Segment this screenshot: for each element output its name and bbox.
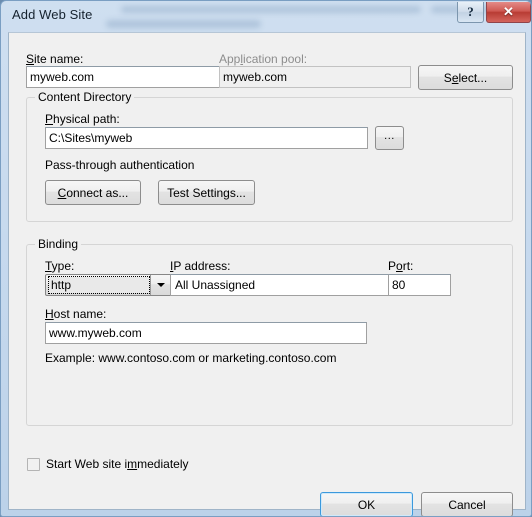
cancel-button[interactable]: Cancel [421, 492, 513, 516]
help-icon[interactable]: ? [457, 2, 484, 23]
connect-as-button[interactable]: Connect as... [45, 180, 141, 205]
type-combobox-arrow[interactable] [150, 275, 171, 295]
application-pool-input: myweb.com [219, 66, 411, 88]
test-settings-button[interactable]: Test Settings... [158, 180, 255, 205]
close-icon[interactable]: ✕ [486, 2, 531, 23]
binding-title: Binding [35, 237, 82, 251]
caption-buttons: ? ✕ [457, 2, 531, 23]
port-label: Port: [388, 259, 414, 273]
application-pool-label: Application pool: [219, 52, 308, 66]
pass-through-authentication-text: Pass-through authentication [45, 158, 195, 172]
window-title: Add Web Site [12, 7, 93, 22]
connect-as-label: Connect as... [57, 185, 129, 200]
port-input[interactable]: 80 [388, 274, 451, 296]
host-name-example-text: Example: www.contoso.com or marketing.co… [45, 351, 337, 365]
type-combobox[interactable]: http [45, 274, 172, 296]
select-button-label: Select... [443, 70, 488, 85]
type-label: Type: [45, 259, 75, 273]
ip-address-combobox[interactable]: All Unassigned [170, 274, 402, 296]
start-website-checkbox-row[interactable]: Start Web site immediately [27, 457, 189, 471]
host-name-label: Host name: [45, 307, 107, 321]
host-name-input[interactable]: www.myweb.com [45, 322, 367, 344]
site-name-input[interactable]: myweb.com [26, 66, 225, 88]
title-bar: Add Web Site ? ✕ [1, 1, 531, 33]
physical-path-input[interactable]: C:\Sites\myweb [45, 127, 368, 149]
ip-address-label: IP address: [170, 259, 231, 273]
content-directory-group: Content Directory Physical path: C:\Site… [26, 90, 513, 222]
binding-group: Binding Type: http IP address: All Unass… [26, 237, 513, 426]
start-website-label: Start Web site immediately [46, 457, 189, 471]
site-name-label: Site name: [26, 52, 84, 66]
ip-address-value: All Unassigned [175, 278, 256, 292]
type-combobox-value: http [48, 276, 150, 294]
physical-path-label: Physical path: [45, 112, 120, 126]
content-directory-title: Content Directory [35, 90, 135, 104]
add-web-site-dialog: Add Web Site ? ✕ Site name: myweb.com Ap… [0, 0, 532, 517]
select-button[interactable]: Select... [418, 65, 513, 90]
dialog-client-area: Site name: myweb.com Application pool: m… [8, 32, 526, 516]
ok-button[interactable]: OK [320, 492, 413, 516]
start-website-checkbox[interactable] [27, 457, 40, 471]
browse-button[interactable]: ... [375, 126, 404, 150]
test-settings-label: Test Settings... [167, 185, 246, 200]
chevron-down-icon [157, 283, 165, 287]
